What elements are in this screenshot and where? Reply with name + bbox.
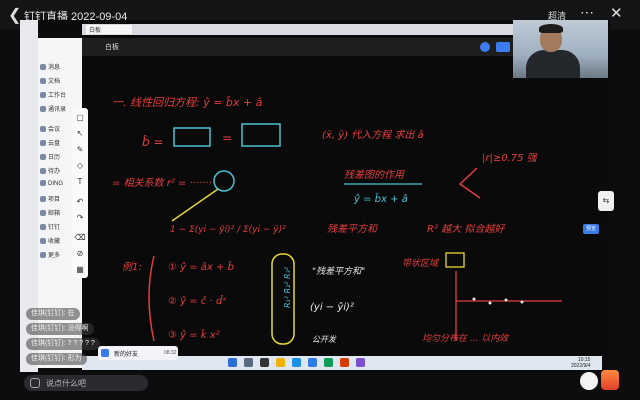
undo-icon[interactable]: ↶: [74, 196, 86, 208]
windows-start-icon[interactable]: [228, 358, 237, 367]
math-line-16: "残差平方和": [312, 266, 365, 277]
bell-icon: [40, 180, 46, 186]
math-line-5: 残差图的作用: [344, 169, 405, 181]
more-icon: [40, 252, 46, 258]
search-icon[interactable]: [244, 358, 253, 367]
grid-icon: [40, 92, 46, 98]
math-line-15: R₁² R₂² R₃²: [283, 266, 292, 308]
share-icon[interactable]: [580, 372, 598, 390]
math-line-14: ③ ŷ = k̂ x²: [168, 328, 220, 341]
formula-box-2: [241, 123, 281, 147]
avatar[interactable]: [480, 42, 490, 52]
eraser-icon[interactable]: ⌫: [74, 232, 86, 244]
more-icon[interactable]: ⋯: [580, 4, 594, 21]
formula-box-1: [173, 127, 211, 147]
highlight-box: [445, 252, 465, 268]
sidebar-item-workbench[interactable]: 工作台: [40, 90, 80, 103]
clear-icon[interactable]: ⊘: [74, 248, 86, 260]
math-line-8: 1 − Σ(yi − ŷi)² / Σ(yi − ȳ)²: [170, 225, 286, 235]
mail-icon: [40, 210, 46, 216]
folder-icon[interactable]: [276, 358, 285, 367]
whiteboard-content: 一. 线性回归方程: ŷ = b̂x + â b̂ = = (x̄, ȳ) 代入…: [112, 96, 562, 345]
text-icon[interactable]: T: [74, 176, 86, 188]
share-button[interactable]: [496, 42, 510, 52]
cloud-icon: [40, 140, 46, 146]
app-icon[interactable]: [340, 358, 349, 367]
math-line-11: 例1:: [122, 261, 142, 273]
chat-message: 佳琪(钉钉): 形为: [26, 353, 87, 365]
math-line-18: 公开发: [312, 335, 337, 344]
pen-icon[interactable]: ✎: [74, 144, 86, 156]
whiteboard-toolbar: ▢ ↖ ✎ ◇ T ↶ ↷ ⌫ ⊘ ▦: [72, 108, 88, 278]
pointer-icon[interactable]: ↖: [74, 128, 86, 140]
math-line-12: ① ŷ = âx + b̂: [168, 260, 234, 273]
chat-message: 佳琪(钉钉): 没得啊: [26, 323, 94, 335]
tab-whiteboard[interactable]: 白板: [86, 25, 132, 34]
sidebar-item-docs[interactable]: 文档: [40, 76, 80, 89]
math-line-7: ŷ = b̂x + â: [353, 192, 408, 205]
check-icon: [40, 168, 46, 174]
shape-icon[interactable]: ◇: [74, 160, 86, 172]
preview-button[interactable]: 预览: [583, 224, 599, 234]
math-line-19: 均匀分布在 ... 以内效: [422, 333, 510, 344]
app-icon: [101, 349, 109, 357]
doc-icon: [40, 78, 46, 84]
math-line-10: R² 越大 拟合越好: [427, 223, 506, 235]
residual-point: [472, 297, 476, 301]
math-line-1: 一. 线性回归方程: ŷ = b̂x + â: [112, 96, 263, 109]
dingtalk-icon[interactable]: [308, 358, 317, 367]
chat-message: 佳琪(钉钉): ? ? ? ? ?: [26, 338, 100, 350]
presenter-body: [526, 50, 580, 78]
redo-icon[interactable]: ↷: [74, 212, 86, 224]
calendar-icon: [40, 154, 46, 160]
circle-r: [213, 170, 235, 192]
presenter-hair: [539, 24, 563, 33]
star-icon: [40, 238, 46, 244]
select-icon[interactable]: ▢: [74, 112, 86, 124]
gift-icon[interactable]: [601, 370, 619, 390]
chat-message: 佳琪(钉钉): 在: [26, 308, 80, 320]
chat-icon: [40, 64, 46, 70]
math-line-9: 残差平方和: [327, 223, 378, 235]
task-view-icon[interactable]: [260, 358, 269, 367]
residual-point: [488, 301, 492, 305]
arrow-line: [171, 188, 219, 222]
chat-input-placeholder: 说点什么吧: [46, 379, 86, 388]
residual-point: [504, 298, 508, 302]
bracket: [458, 167, 481, 199]
chat-icon: [30, 378, 40, 388]
whiteboard-header: [82, 38, 514, 56]
whiteboard-title: 白板: [105, 44, 119, 51]
app-icon[interactable]: [356, 358, 365, 367]
notification-time: 08:32: [164, 350, 177, 356]
project-icon: [40, 196, 46, 202]
residual-point: [520, 300, 524, 304]
edge-icon[interactable]: [292, 358, 301, 367]
math-line-20: 带状区域: [402, 258, 440, 269]
close-icon[interactable]: ✕: [610, 4, 623, 22]
equals-sign: =: [222, 131, 232, 145]
contacts-icon: [40, 106, 46, 112]
math-line-3: (x̄, ȳ) 代入方程 求出 â: [322, 129, 424, 141]
grid-icon[interactable]: ▦: [74, 264, 86, 276]
math-line-4: = 相关系数 r² = ·······: [112, 177, 212, 189]
taskbar-clock: 10:15 2022/9/4: [571, 357, 591, 369]
math-line-13: ② ŷ = ĉ · d̂ˣ: [168, 294, 227, 307]
video-icon: [40, 126, 46, 132]
math-line-6: |r|≥0.75 强: [482, 153, 538, 164]
math-line-2: b̂ =: [142, 135, 164, 149]
side-control-icon[interactable]: ⇆: [598, 191, 614, 211]
sidebar-item-messages[interactable]: 消息: [40, 62, 80, 75]
chat-input[interactable]: [24, 375, 148, 391]
app-icon: [40, 224, 46, 230]
math-line-17: (yi − ŷi)²: [310, 301, 354, 313]
notification-text: 新的好友: [114, 352, 139, 358]
app-icon[interactable]: [324, 358, 333, 367]
left-brace: [148, 255, 155, 342]
